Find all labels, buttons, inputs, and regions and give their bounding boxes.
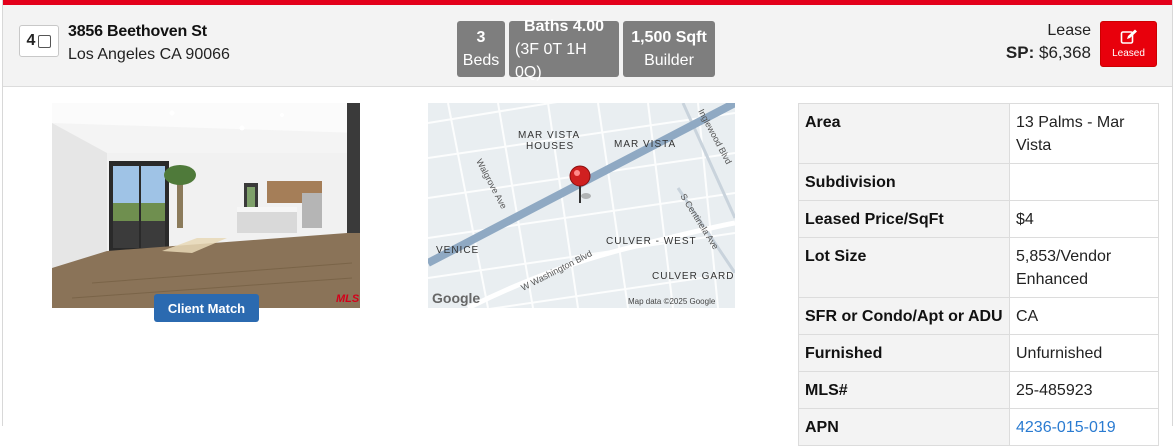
listing-status: Lease	[1047, 22, 1091, 39]
property-type-value: CA	[1009, 297, 1159, 335]
beds-label: Beds	[462, 52, 500, 69]
apn-cell: 4236-015-019	[1009, 408, 1159, 446]
map-label-culver-gardens: CULVER GARD	[652, 271, 735, 282]
baths-badge: Baths 4.00 (3F 0T 1H 0Q)	[509, 18, 619, 81]
listing-photo[interactable]: MLS	[52, 103, 360, 308]
furnished-label: Furnished	[798, 334, 1010, 372]
status-price-block: Lease SP: $6,368	[1006, 22, 1091, 63]
table-row: SFR or Condo/Apt or ADU CA	[798, 297, 1159, 335]
table-row: APN 4236-015-019	[798, 408, 1159, 446]
sqft-source: Builder	[644, 52, 694, 69]
lot-size-label: Lot Size	[798, 237, 1010, 298]
table-row: Lot Size 5,853/Vendor Enhanced	[798, 237, 1159, 298]
sold-price: SP: $6,368	[1006, 43, 1091, 63]
table-row: Subdivision	[798, 163, 1159, 201]
sqft-badge: 1,500 Sqft Builder	[623, 21, 715, 77]
sp-label: SP:	[1005, 43, 1035, 62]
map-label-mar-vista: MAR VISTA	[614, 139, 676, 150]
baths-value: Baths 4.00	[523, 17, 605, 35]
leased-price-sqft-value: $4	[1009, 200, 1159, 238]
map-label-mar-vista-houses-2: HOUSES	[526, 141, 574, 152]
leased-price-sqft-label: Leased Price/SqFt	[798, 200, 1010, 238]
stats-badges: 3 Beds Baths 4.00 (3F 0T 1H 0Q) 1,500 Sq…	[457, 18, 715, 81]
map-label-mar-vista-houses: MAR VISTA	[518, 130, 580, 141]
details-table: Area 13 Palms - Mar Vista Subdivision Le…	[798, 103, 1159, 446]
listing-header: 4 3856 Beethoven St Los Angeles CA 90066…	[3, 5, 1172, 87]
beds-badge: 3 Beds	[457, 21, 505, 77]
lot-size-value: 5,853/Vendor Enhanced	[1009, 237, 1159, 298]
city-line: Los Angeles CA 90066	[68, 46, 230, 63]
mls-watermark: MLS	[336, 293, 360, 305]
sqft-value: 1,500 Sqft	[631, 29, 707, 46]
location-map[interactable]: MAR VISTA HOUSES MAR VISTA VENICE CULVER…	[428, 103, 735, 308]
street-address[interactable]: 3856 Beethoven St	[68, 23, 230, 41]
table-row: Furnished Unfurnished	[798, 334, 1159, 372]
mls-number-value: 25-485923	[1009, 371, 1159, 409]
table-row: Leased Price/SqFt $4	[798, 200, 1159, 238]
table-row: Area 13 Palms - Mar Vista	[798, 103, 1159, 164]
property-type-label: SFR or Condo/Apt or ADU	[798, 297, 1010, 335]
google-logo: Google	[432, 290, 480, 306]
map-attribution: Map data ©2025 Google	[628, 297, 716, 306]
map-label-culver-west: CULVER - WEST	[606, 236, 697, 247]
area-label: Area	[798, 103, 1010, 164]
map-label-venice: VENICE	[436, 245, 479, 256]
beds-value: 3	[476, 29, 486, 46]
apn-link[interactable]: 4236-015-019	[1016, 419, 1116, 436]
sp-value: $6,368	[1039, 43, 1091, 62]
baths-detail: (3F 0T 1H 0Q)	[515, 40, 587, 81]
address-block: 3856 Beethoven St Los Angeles CA 90066	[68, 23, 230, 64]
apn-label: APN	[798, 408, 1010, 446]
area-value: 13 Palms - Mar Vista	[1009, 103, 1159, 164]
client-match-button[interactable]: Client Match	[154, 294, 259, 322]
listing-card: 4 3856 Beethoven St Los Angeles CA 90066…	[2, 0, 1173, 446]
leased-button[interactable]: Leased	[1100, 21, 1157, 67]
edit-icon	[1120, 29, 1137, 44]
select-listing-box[interactable]: 4	[19, 25, 59, 57]
table-row: MLS# 25-485923	[798, 371, 1159, 409]
leased-button-label: Leased	[1112, 48, 1145, 59]
subdivision-value	[1009, 163, 1159, 201]
furnished-value: Unfurnished	[1009, 334, 1159, 372]
select-checkbox[interactable]	[38, 34, 52, 48]
subdivision-label: Subdivision	[798, 163, 1010, 201]
listing-number: 4	[26, 32, 36, 49]
mls-number-label: MLS#	[798, 371, 1010, 409]
